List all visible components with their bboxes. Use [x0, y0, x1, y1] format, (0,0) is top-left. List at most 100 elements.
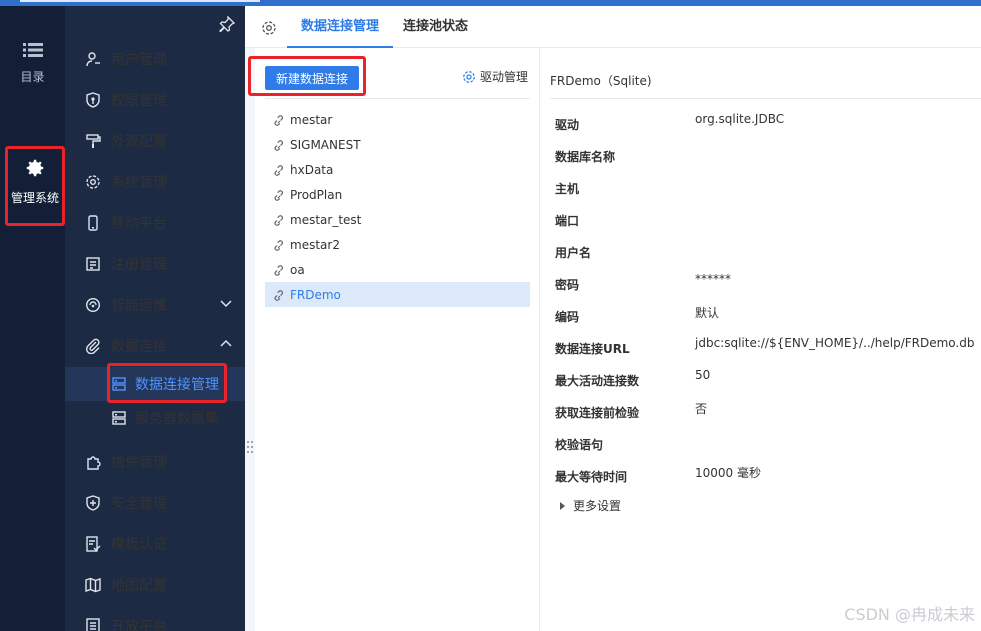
panel-splitter[interactable]	[245, 6, 255, 631]
nav-label: 智能运维	[111, 297, 167, 314]
detail-row: 主机	[555, 180, 975, 212]
user-icon	[85, 51, 101, 67]
rail-management-system[interactable]: 管理系统	[5, 146, 65, 226]
list-icon	[22, 43, 43, 57]
app-rail: 目录 管理系统	[0, 6, 65, 631]
nav-item-mobile-platform[interactable]: 移动平台	[65, 202, 245, 243]
nav-item-permission-management[interactable]: 权限管理	[65, 79, 245, 120]
connection-name: SIGMANEST	[290, 137, 361, 152]
detail-value: 50	[695, 368, 711, 382]
connection-name: hxData	[290, 162, 334, 177]
nav-label: 安全管理	[111, 495, 167, 512]
connection-item[interactable]: ProdPlan	[265, 182, 530, 207]
detail-key: 编码	[555, 310, 580, 324]
shield-key-icon	[85, 91, 101, 108]
nav-item-security-management[interactable]: 安全管理	[65, 482, 245, 523]
link-icon	[271, 213, 285, 227]
connection-item[interactable]: oa	[265, 257, 530, 282]
nav-item-map-config[interactable]: 地图配置	[65, 564, 245, 605]
detail-row: 密码 ******	[555, 272, 975, 308]
detail-key: 用户名	[555, 246, 592, 260]
link-icon	[271, 263, 285, 277]
server-icon	[111, 410, 127, 426]
tab-data-connection-management[interactable]: 数据连接管理	[287, 6, 394, 48]
drag-handle-icon[interactable]	[246, 440, 254, 454]
nav-item-smart-ops[interactable]: 智能运维	[65, 284, 245, 325]
detail-row: 最大等待时间 10000 毫秒	[555, 466, 975, 500]
gear-icon	[463, 70, 475, 83]
detail-key: 数据连接URL	[555, 342, 630, 356]
detail-key: 驱动	[555, 118, 580, 132]
connection-item[interactable]: mestar	[265, 107, 530, 132]
watermark: CSDN @冉成未来	[844, 605, 975, 624]
detail-row: 驱动 org.sqlite.JDBC	[555, 112, 975, 148]
nav-label: 外观配置	[111, 133, 167, 150]
nav-label: 数据连接	[111, 338, 167, 355]
driver-management-link[interactable]: 驱动管理	[462, 68, 528, 85]
detail-value: jdbc:sqlite://${ENV_HOME}/../help/FRDemo…	[695, 336, 975, 350]
pin-icon[interactable]	[219, 16, 235, 32]
nav-item-appearance-config[interactable]: 外观配置	[65, 120, 245, 161]
nav-label: 权限管理	[111, 92, 167, 109]
link-icon	[271, 138, 285, 152]
map-icon	[85, 577, 101, 593]
nav-label: 用户管理	[111, 51, 167, 68]
detail-key: 最大活动连接数	[555, 374, 640, 388]
connection-item[interactable]: FRDemo	[265, 282, 530, 307]
connection-name: oa	[290, 262, 305, 277]
tab-connection-pool-status[interactable]: 连接池状态	[403, 6, 468, 48]
more-settings-label: 更多设置	[573, 499, 622, 513]
connection-item[interactable]: SIGMANEST	[265, 132, 530, 157]
detail-value: 默认	[695, 306, 720, 320]
tab-bar: 数据连接管理 连接池状态	[245, 6, 981, 48]
nav-label: 注册管理	[111, 256, 167, 273]
nav-label: 移动平台	[111, 215, 167, 232]
new-data-connection-button[interactable]: 新建数据连接	[265, 66, 359, 90]
nav-item-plugin-management[interactable]: 插件管理	[65, 441, 245, 482]
nav-item-data-connection[interactable]: 数据连接	[65, 325, 245, 366]
link-icon	[271, 288, 285, 302]
mobile-icon	[85, 214, 101, 231]
link-icon	[271, 113, 285, 127]
rail-system-label: 管理系统	[10, 191, 59, 205]
connection-item[interactable]: mestar_test	[265, 207, 530, 232]
detail-value: 10000 毫秒	[695, 466, 761, 480]
chevron-up-icon	[220, 339, 232, 347]
nav-item-template-certification[interactable]: 模板认证	[65, 523, 245, 564]
nav-item-registration-management[interactable]: 注册管理	[65, 243, 245, 284]
detail-row: 端口	[555, 212, 975, 244]
rail-catalog[interactable]: 目录	[0, 42, 65, 85]
settings-icon[interactable]	[261, 20, 277, 36]
detail-value: org.sqlite.JDBC	[695, 112, 785, 126]
connection-item[interactable]: hxData	[265, 157, 530, 182]
highlight-box-data-connection-management	[107, 363, 227, 403]
ops-icon	[85, 297, 101, 313]
nav-item-open-platform[interactable]: 开放平台	[65, 605, 245, 631]
detail-row: 数据连接URL jdbc:sqlite://${ENV_HOME}/../help…	[555, 336, 975, 372]
top-tab-hint	[20, 0, 260, 2]
connection-name: mestar2	[290, 237, 340, 252]
template-icon	[85, 535, 101, 552]
shield-plus-icon	[85, 494, 101, 511]
connection-name: mestar	[290, 112, 333, 127]
nav-label: 开放平台	[111, 618, 167, 631]
nav-label: 系统管理	[111, 174, 167, 191]
detail-key: 最大等待时间	[555, 470, 628, 484]
more-settings-toggle[interactable]: 更多设置	[560, 497, 621, 514]
paperclip-icon	[85, 338, 101, 354]
link-icon	[271, 188, 285, 202]
nav-sub-label: 服务器数据集	[135, 411, 219, 427]
nav-label: 插件管理	[111, 454, 167, 471]
nav-item-system-management[interactable]: 系统管理	[65, 161, 245, 202]
driver-management-label: 驱动管理	[480, 70, 529, 84]
gear-icon	[85, 174, 101, 190]
caret-right-icon	[560, 501, 565, 510]
nav-subitem-server-dataset[interactable]: 服务器数据集	[65, 401, 245, 435]
detail-row: 校验语句	[555, 436, 975, 468]
connection-item[interactable]: mestar2	[265, 232, 530, 257]
rail-catalog-label: 目录	[20, 70, 45, 84]
nav-item-user-management[interactable]: 用户管理	[65, 38, 245, 79]
detail-key: 主机	[555, 182, 580, 196]
connection-name: FRDemo	[290, 287, 341, 302]
detail-row: 数据库名称	[555, 148, 975, 180]
